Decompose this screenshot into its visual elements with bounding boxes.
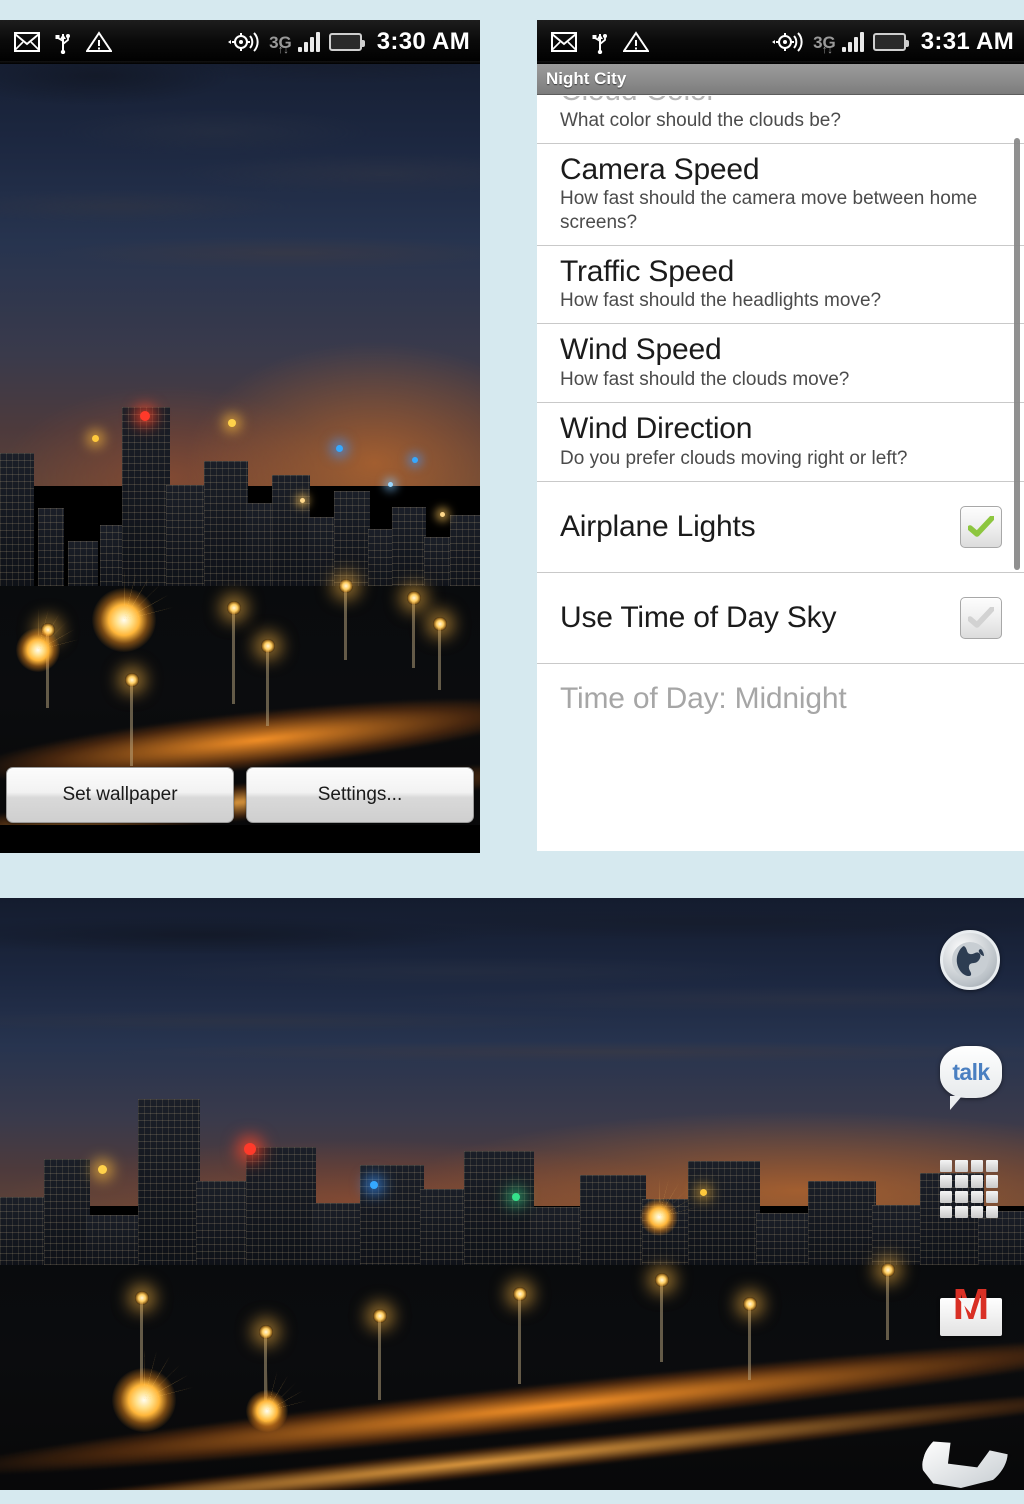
lens-flare: [92, 588, 156, 652]
page-title: Night City: [546, 69, 627, 88]
lens-flare: [112, 1368, 176, 1432]
checkmark-icon: [968, 516, 994, 538]
city-skyline-layer: [0, 1098, 1024, 1277]
lens-flare: [16, 628, 60, 672]
wallpaper-preview-image[interactable]: [0, 20, 480, 853]
setting-row-cloud-color[interactable]: Cloud Color What color should the clouds…: [537, 96, 1024, 144]
streetlamp: [660, 1280, 663, 1362]
shortcut-app-drawer[interactable]: [940, 1160, 1002, 1222]
streetlamp: [344, 586, 347, 660]
settings-title-bar: Night City: [537, 64, 1024, 95]
talk-label: talk: [952, 1058, 990, 1085]
streetlamp: [266, 646, 269, 726]
setting-row-traffic-speed[interactable]: Traffic Speed How fast should the headli…: [537, 246, 1024, 325]
setting-row-wind-direction[interactable]: Wind Direction Do you prefer clouds movi…: [537, 403, 1024, 482]
settings-list[interactable]: Cloud Color What color should the clouds…: [537, 96, 1024, 851]
battery-icon: [872, 33, 909, 51]
setting-title: Wind Speed: [560, 333, 722, 367]
lens-flare: [640, 1198, 678, 1236]
usb-icon: [591, 30, 609, 54]
gps-icon: [770, 30, 804, 54]
shortcut-browser[interactable]: [940, 930, 1002, 992]
settings-panel: 3G ↑↓ 3:31 AM Night City Cloud Color Wha…: [537, 20, 1024, 851]
use-time-of-day-sky-checkbox[interactable]: [960, 597, 1002, 639]
settings-button[interactable]: Settings...: [246, 767, 474, 823]
streetlamp: [232, 608, 235, 704]
warning-icon: [86, 31, 112, 53]
setting-subtitle: Do you prefer clouds moving right or lef…: [560, 447, 908, 469]
setting-title: Camera Speed: [560, 152, 760, 186]
streetlamp: [130, 680, 133, 766]
status-bar[interactable]: 3G ↑↓ 3:30 AM: [0, 20, 480, 64]
signal-icon: [297, 32, 320, 52]
set-wallpaper-label: Set wallpaper: [62, 784, 178, 805]
airplane-lights-checkbox[interactable]: [960, 506, 1002, 548]
setting-row-airplane-lights[interactable]: Airplane Lights: [537, 482, 1024, 573]
setting-subtitle: How fast should the headlights move?: [560, 290, 882, 312]
signal-icon: [841, 32, 864, 52]
usb-icon: [54, 30, 72, 54]
wallpaper-preview-panel: Set wallpaper Settings... 3G ↑↓ 3:30 AM: [0, 20, 480, 853]
checkmark-icon: [968, 607, 994, 629]
gps-icon: [226, 30, 260, 54]
shortcut-google-talk[interactable]: talk: [940, 1046, 1002, 1110]
setting-subtitle: How fast should the camera move between …: [560, 188, 978, 233]
streetlamp: [412, 598, 415, 668]
setting-row-camera-speed[interactable]: Camera Speed How fast should the camera …: [537, 144, 1024, 246]
gmail-icon: [551, 32, 577, 52]
set-wallpaper-button[interactable]: Set wallpaper: [6, 767, 234, 823]
home-screen-shortcuts: talk M: [922, 898, 1002, 1490]
streetlamp: [438, 624, 441, 690]
gmail-icon: M: [940, 1283, 1002, 1336]
google-talk-icon: talk: [940, 1046, 1002, 1110]
streetlamp: [518, 1294, 521, 1384]
setting-subtitle: What color should the clouds be?: [560, 109, 841, 131]
list-scrollbar[interactable]: [1014, 138, 1020, 570]
lens-flare: [246, 1390, 288, 1432]
streetlamp: [886, 1270, 889, 1340]
network-3g-icon: 3G ↑↓: [813, 32, 836, 56]
browser-globe-icon: [940, 930, 1000, 990]
navigation-area: [0, 825, 480, 853]
setting-subtitle: How fast should the clouds move?: [560, 369, 850, 391]
tower-beacon-light: [244, 1142, 256, 1155]
network-3g-icon: 3G ↑↓: [269, 32, 292, 56]
preview-button-bar: Set wallpaper Settings...: [0, 767, 480, 823]
status-bar[interactable]: 3G ↑↓ 3:31 AM: [537, 20, 1024, 64]
tower-beacon-light: [140, 410, 150, 421]
streetlamp: [378, 1316, 381, 1400]
setting-title: Wind Direction: [560, 412, 753, 446]
shortcut-gmail[interactable]: M: [940, 1283, 1002, 1352]
status-bar-clock: 3:30 AM: [376, 28, 470, 55]
warning-icon: [623, 31, 649, 53]
gmail-icon: [14, 32, 40, 52]
setting-row-use-time-of-day-sky[interactable]: Use Time of Day Sky: [537, 573, 1024, 664]
home-screen-panel: talk M: [0, 898, 1024, 1490]
setting-row-wind-speed[interactable]: Wind Speed How fast should the clouds mo…: [537, 324, 1024, 404]
setting-title: Traffic Speed: [560, 254, 735, 288]
battery-icon: [328, 33, 365, 51]
city-skyline-layer: [0, 387, 480, 604]
setting-title: Airplane Lights: [560, 510, 756, 544]
setting-row-time-of-day[interactable]: Time of Day: Midnight: [537, 664, 1024, 752]
streetlamp: [748, 1304, 751, 1380]
app-drawer-icon: [940, 1160, 998, 1218]
status-bar-clock: 3:31 AM: [920, 28, 1014, 55]
home-screen-wallpaper[interactable]: [0, 898, 1024, 1490]
shortcut-phone[interactable]: [940, 1408, 1002, 1470]
setting-title: Time of Day: Midnight: [560, 682, 847, 715]
setting-title: Cloud Color: [560, 96, 1002, 108]
settings-label: Settings...: [317, 784, 403, 805]
setting-title: Use Time of Day Sky: [560, 601, 837, 635]
